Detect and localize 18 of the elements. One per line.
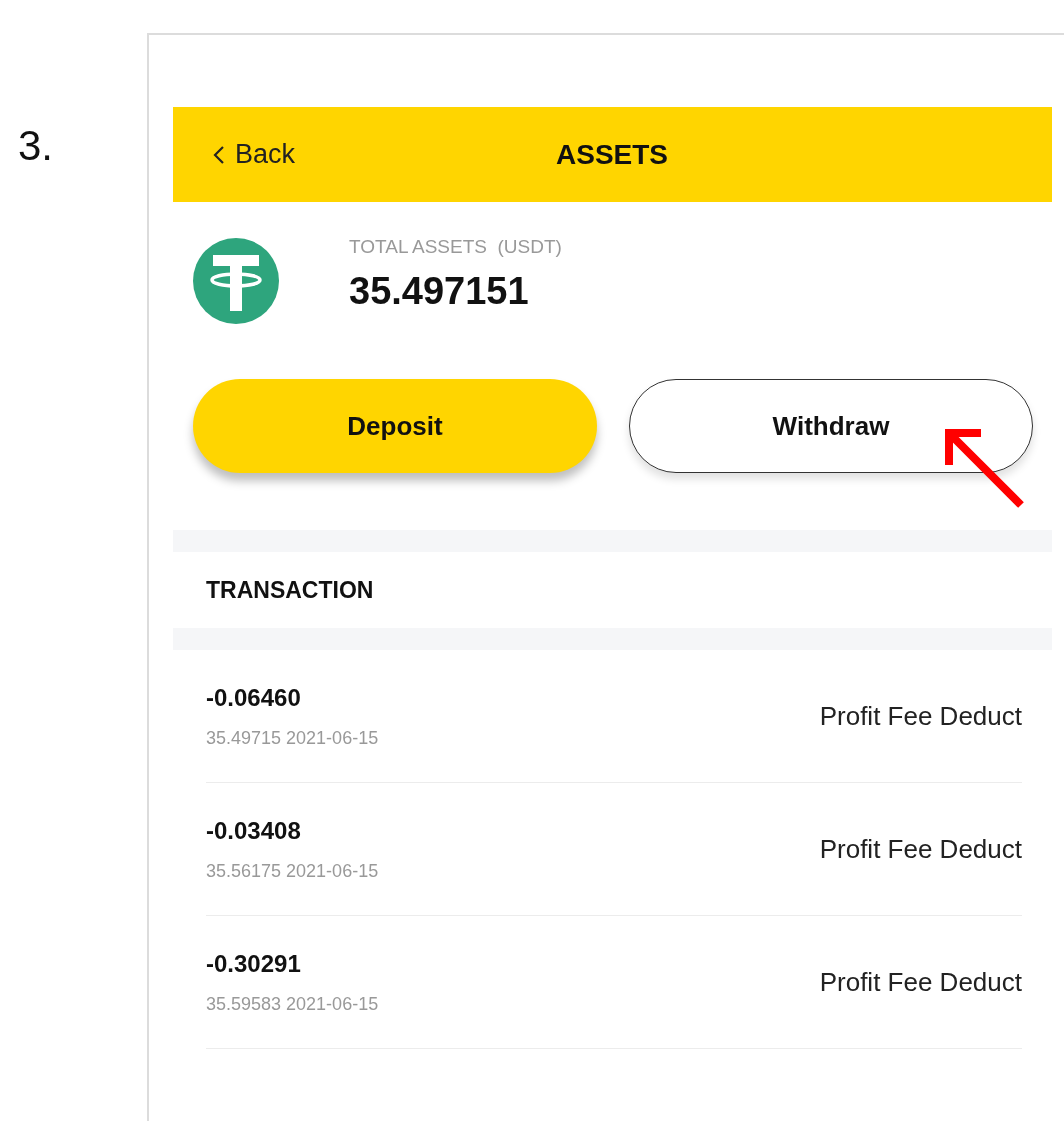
back-button[interactable]: Back: [213, 139, 296, 170]
step-number: 3.: [18, 122, 54, 169]
transaction-type: Profit Fee Deduct: [819, 700, 1022, 732]
transaction-amount: -0.06460: [206, 683, 302, 712]
section-title: TRANSACTION: [206, 576, 374, 604]
page-title: ASSETS: [556, 138, 669, 171]
action-button[interactable]: Deposit: [193, 379, 597, 473]
action-button[interactable]: Withdraw: [629, 379, 1033, 473]
transaction-amount: -0.30291: [206, 949, 302, 978]
chevron-left-icon: [213, 144, 225, 165]
transaction-type: Profit Fee Deduct: [819, 833, 1022, 865]
transaction-amount: -0.03408: [206, 816, 302, 845]
transaction-detail: 35.49715 2021-06-15: [206, 727, 379, 749]
transaction-detail: 35.56175 2021-06-15: [206, 860, 379, 882]
total-assets-label: TOTAL ASSETS (USDT): [349, 235, 562, 258]
transaction-detail: 35.59583 2021-06-15: [206, 993, 379, 1015]
transaction-type: Profit Fee Deduct: [819, 966, 1022, 998]
total-assets-amount: 35.497151: [349, 269, 530, 313]
